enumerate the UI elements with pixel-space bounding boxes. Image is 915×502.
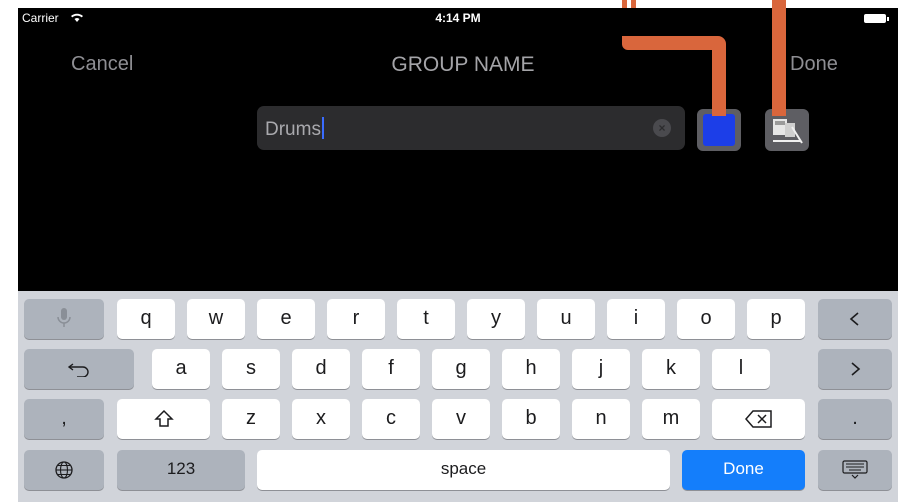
key-p[interactable]: p [747,299,805,339]
shift-key[interactable] [117,399,210,439]
delete-key[interactable] [712,399,805,439]
key-f[interactable]: f [362,349,420,389]
chevron-right-icon [851,362,861,376]
delete-icon [744,410,772,428]
undo-icon [67,363,89,378]
backspace-left-icon [849,312,859,326]
key-period[interactable]: . [818,399,892,439]
globe-key[interactable] [24,450,104,490]
key-k[interactable]: k [642,349,700,389]
key-w[interactable]: w [187,299,245,339]
key-u[interactable]: u [537,299,595,339]
key-x[interactable]: x [292,399,350,439]
key-t[interactable]: t [397,299,455,339]
color-swatch [703,114,735,146]
keyboard-hide-key[interactable] [818,450,892,490]
key-m[interactable]: m [642,399,700,439]
status-bar: Carrier 4:14 PM [18,8,898,30]
numbers-key[interactable]: 123 [117,450,245,490]
dictation-key[interactable] [24,299,104,339]
key-i[interactable]: i [607,299,665,339]
key-q[interactable]: q [117,299,175,339]
key-h[interactable]: h [502,349,560,389]
key-l[interactable]: l [712,349,770,389]
callout-line-right [772,0,786,116]
clear-icon[interactable]: × [653,119,671,137]
key-s[interactable]: s [222,349,280,389]
onscreen-keyboard: q w e r t y u i o p a s d f g h j k l , … [18,291,898,502]
callout-line-left-down [712,40,726,116]
battery-icon [864,14,889,23]
done-button[interactable]: Done [790,53,838,76]
key-j[interactable]: j [572,349,630,389]
keyboard-done-key[interactable]: Done [682,450,805,490]
drum-kit-icon [773,119,803,144]
shift-icon [153,409,174,427]
group-name-input[interactable]: Drums × [257,106,685,150]
key-e[interactable]: e [257,299,315,339]
key-comma[interactable]: , [24,399,104,439]
microphone-icon [57,308,71,327]
key-n[interactable]: n [572,399,630,439]
backspace-left-key[interactable] [818,299,892,339]
key-y[interactable]: y [467,299,525,339]
next-key[interactable] [818,349,892,389]
key-a[interactable]: a [152,349,210,389]
key-o[interactable]: o [677,299,735,339]
key-v[interactable]: v [432,399,490,439]
undo-key[interactable] [24,349,134,389]
page-title: GROUP NAME [391,53,535,76]
group-name-value: Drums [265,117,324,141]
keyboard-hide-icon [842,460,868,479]
key-z[interactable]: z [222,399,280,439]
key-g[interactable]: g [432,349,490,389]
key-b[interactable]: b [502,399,560,439]
globe-icon [55,461,73,479]
key-c[interactable]: c [362,399,420,439]
status-time: 4:14 PM [435,11,481,25]
key-r[interactable]: r [327,299,385,339]
callout-connector-left [622,36,726,50]
space-key[interactable]: space [257,450,670,490]
key-d[interactable]: d [292,349,350,389]
